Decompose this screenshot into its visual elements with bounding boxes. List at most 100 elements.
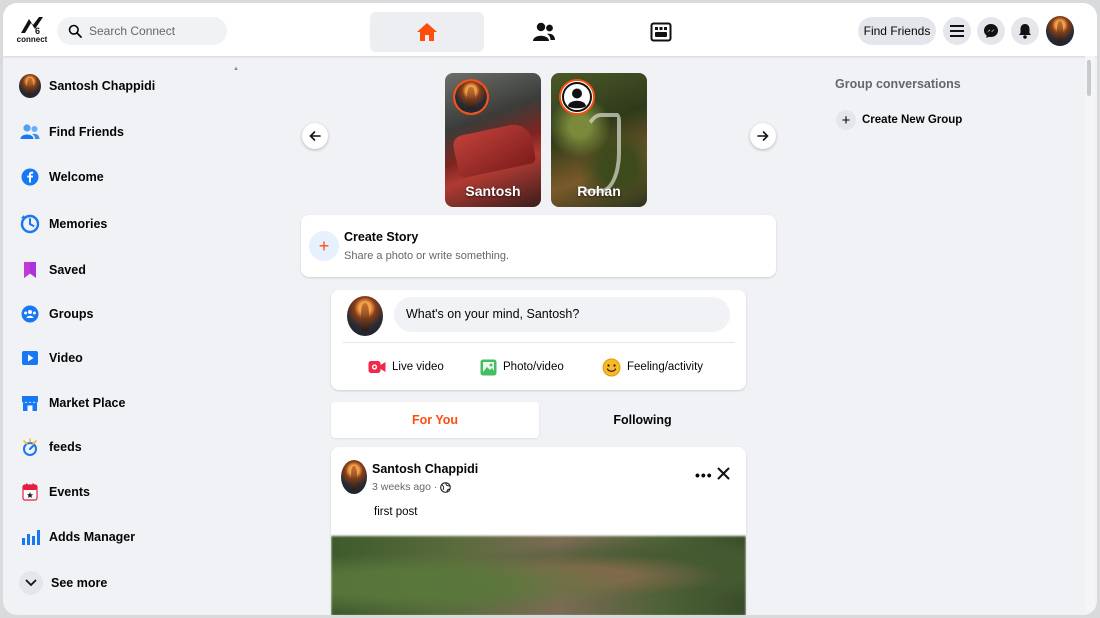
create-new-group-button[interactable]: + Create New Group [836,109,962,131]
sidebar-item-feeds[interactable]: feeds [19,429,229,465]
story-card[interactable]: Rohan [551,73,647,207]
saved-icon [19,259,41,281]
tab-following[interactable]: Following [539,402,746,438]
sidebar-item-label: Saved [49,263,86,277]
post-image[interactable] [331,536,746,615]
stories-prev-button[interactable] [302,123,328,149]
sidebar-item-label: Adds Manager [49,530,136,544]
page-scrollbar[interactable] [1085,56,1095,615]
composer-input[interactable]: What's on your mind, Santosh? [394,297,730,332]
find-friends-button[interactable]: Find Friends [858,17,936,45]
sidebar-item-saved[interactable]: Saved [19,252,229,288]
sidebar-item-find-friends[interactable]: Find Friends [19,114,229,150]
create-new-group-label: Create New Group [862,114,963,126]
sidebar-item-groups[interactable]: Groups [19,296,229,332]
sidebar-item-label: Groups [49,307,94,321]
memories-icon [19,213,41,235]
friends-icon [533,22,555,41]
sidebar-item-label: Memories [49,217,108,231]
nav-tab-watch[interactable] [604,12,718,52]
logo-icon: 6 [21,17,43,36]
feeling-activity-label: Feeling/activity [627,361,704,373]
close-icon[interactable] [717,467,730,485]
default-user-icon [561,81,593,113]
feeds-icon [19,436,41,458]
left-sidebar: ▲ Santosh Chappidi Find Friends Welcome … [3,56,243,615]
sidebar-item-memories[interactable]: Memories [19,206,229,242]
create-story-subtitle: Share a photo or write something. [344,250,510,262]
sidebar-item-video[interactable]: Video [19,340,229,376]
create-story-title: Create Story [344,230,419,244]
live-video-label: Live video [392,361,444,373]
search-input[interactable] [89,17,219,45]
sidebar-item-label: Santosh Chappidi [49,79,156,93]
sidebar-item-welcome[interactable]: Welcome [19,159,229,195]
story-avatar [453,79,489,115]
top-bar: 6 connect Search Connect Find Friends [3,3,1097,56]
messenger-icon [984,24,998,38]
stories-next-button[interactable] [750,123,776,149]
avatar [19,74,41,98]
sidebar-item-ads-manager[interactable]: Adds Manager [19,519,229,555]
plus-icon: + [836,110,856,130]
post-card: Santosh Chappidi 3 weeks ago · ••• first… [331,447,746,615]
live-video-button[interactable]: Live video [368,356,444,378]
scroll-up-icon[interactable]: ▲ [233,66,239,72]
welcome-icon [19,166,41,188]
avatar-image [1046,16,1074,46]
post-text: first post [374,506,418,518]
feeling-icon [602,358,621,377]
menu-icon [950,25,964,37]
arrow-left-icon [309,131,321,141]
sidebar-item-events[interactable]: Events [19,474,229,510]
sidebar-item-see-more[interactable]: See more [19,565,229,601]
plus-icon[interactable]: + [309,231,339,261]
sidebar-item-label: Welcome [49,170,104,184]
post-meta: 3 weeks ago · [372,481,452,493]
find-friends-icon [19,121,41,143]
bell-icon [1019,24,1031,39]
account-avatar[interactable] [1046,16,1074,46]
notifications-button[interactable] [1011,17,1039,45]
avatar[interactable] [347,296,383,336]
home-icon [417,23,437,41]
post-time[interactable]: 3 weeks ago · [372,481,437,493]
more-options-icon[interactable]: ••• [695,467,713,483]
create-story-card[interactable]: + Create Story Share a photo or write so… [301,215,776,277]
sidebar-item-marketplace[interactable]: Market Place [19,385,229,421]
tab-for-you[interactable]: For You [331,402,539,438]
chevron-down-icon [19,571,43,595]
messenger-button[interactable] [977,17,1005,45]
video-icon [19,347,41,369]
globe-icon [440,481,452,493]
search-box[interactable] [57,17,227,45]
photo-video-button[interactable]: Photo/video [480,356,564,378]
story-background-image [451,121,537,179]
post-composer: What's on your mind, Santosh? Live video… [331,290,746,390]
avatar[interactable] [341,460,367,494]
watch-icon [650,22,672,42]
sidebar-item-label: feeds [49,440,82,454]
search-icon [68,24,82,38]
scrollbar-thumb[interactable] [1087,60,1091,96]
sidebar-item-label: Video [49,351,83,365]
events-icon [19,481,41,503]
ads-manager-icon [19,526,41,548]
post-author[interactable]: Santosh Chappidi [372,462,478,476]
nav-tab-home[interactable] [370,12,484,52]
photo-video-icon [480,359,497,376]
groups-icon [19,303,41,325]
story-name: Rohan [577,183,621,199]
story-background-image [581,113,621,193]
logo-text: connect [16,35,48,44]
sidebar-item-label: Events [49,485,90,499]
nav-tab-friends[interactable] [487,12,601,52]
sidebar-item-profile[interactable]: Santosh Chappidi [19,68,229,104]
feeling-activity-button[interactable]: Feeling/activity [602,356,703,378]
menu-button[interactable] [943,17,971,45]
story-name: Santosh [465,183,521,199]
group-conversations-title: Group conversations [835,77,961,91]
story-card[interactable]: Santosh [445,73,541,207]
photo-video-label: Photo/video [503,361,564,373]
connect-logo[interactable]: 6 connect [15,15,49,47]
